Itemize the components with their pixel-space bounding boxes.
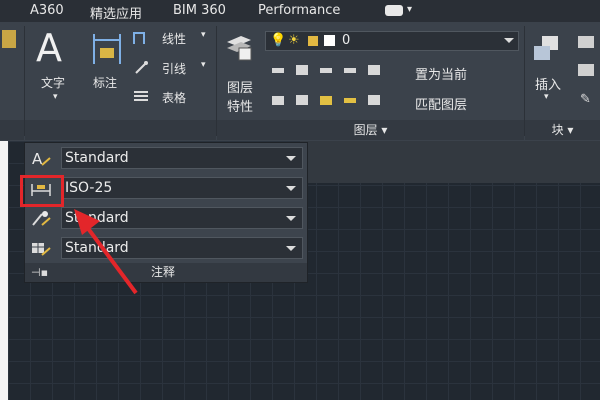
linear-dim-icon[interactable] xyxy=(133,32,145,44)
chevron-down-icon[interactable]: ▾ xyxy=(544,92,549,102)
chevron-down-icon xyxy=(504,38,514,43)
text-style-dropdown[interactable]: Standard xyxy=(61,147,303,169)
dim-style-row: ISO-25 xyxy=(25,177,307,199)
left-margin xyxy=(0,141,8,400)
insert-block-icon[interactable] xyxy=(532,34,562,64)
chevron-down-icon[interactable]: ▾ xyxy=(407,4,412,15)
ribbon-tab-bar: A360 精选应用 BIM 360 Performance ▾ xyxy=(0,0,600,22)
current-layer-name: 0 xyxy=(342,33,351,48)
text-tool-icon[interactable]: A xyxy=(36,26,62,70)
tab-featured-apps[interactable]: 精选应用 xyxy=(90,3,142,22)
annotation-panel-footer: ⊣▪ 注释 xyxy=(25,263,307,282)
multileader-style-icon[interactable] xyxy=(30,210,52,227)
block-panel-title[interactable]: 块 ▾ xyxy=(525,120,600,140)
layer-properties-icon[interactable] xyxy=(225,30,253,62)
text-style-icon[interactable]: A xyxy=(30,150,52,167)
create-block-icon[interactable] xyxy=(578,36,594,48)
layer-dropdown[interactable]: 💡 ☀ 0 xyxy=(265,31,519,51)
table-style-row: Standard xyxy=(25,237,307,259)
table-icon[interactable] xyxy=(134,91,148,103)
mleader-style-row: Standard xyxy=(25,207,307,229)
annotate-panel-title-bar xyxy=(25,120,216,140)
layer-properties-label[interactable]: 图层 xyxy=(227,77,253,96)
set-current-button[interactable]: 置为当前 xyxy=(415,64,467,83)
tab-performance[interactable]: Performance xyxy=(258,3,340,18)
dimension-tool-label[interactable]: 标注 xyxy=(93,74,117,91)
chevron-down-icon xyxy=(286,186,296,191)
insert-block-label[interactable]: 插入 xyxy=(535,74,561,93)
partial-tool-icon[interactable] xyxy=(2,30,16,48)
text-style-value: Standard xyxy=(65,150,129,166)
red-arrow-icon xyxy=(74,209,138,295)
layer-properties-label-2[interactable]: 特性 xyxy=(227,96,253,115)
ribbon: A 文字 ▾ 标注 线性 ▾ 引线 ▾ 表格 图层 特性 💡 ☀ 0 置为当前 … xyxy=(0,22,600,142)
annotation-panel-title: 注释 xyxy=(151,265,176,279)
drawing-tab-strip xyxy=(300,141,600,183)
layer-tools-row-1[interactable] xyxy=(270,62,410,78)
table-label[interactable]: 表格 xyxy=(162,89,186,106)
text-tool-label[interactable]: 文字 xyxy=(41,74,65,91)
dim-style-value: ISO-25 xyxy=(65,180,113,196)
color-swatch-icon xyxy=(324,35,335,46)
pin-icon[interactable]: ⊣▪ xyxy=(31,263,48,282)
chevron-down-icon[interactable]: ▾ xyxy=(53,92,58,102)
chevron-down-icon xyxy=(286,156,296,161)
tab-bim360[interactable]: BIM 360 xyxy=(173,3,226,18)
layer-tools-row-2[interactable] xyxy=(270,92,410,108)
panel-title-bar-left xyxy=(0,120,24,140)
chevron-down-icon[interactable]: ▾ xyxy=(201,30,206,40)
edit-block-icon[interactable] xyxy=(578,64,594,76)
table-style-icon[interactable] xyxy=(30,240,52,257)
highlight-box xyxy=(20,175,64,207)
svg-text:A: A xyxy=(32,150,43,167)
lock-icon xyxy=(308,36,318,46)
leader-icon[interactable] xyxy=(134,60,148,74)
sun-icon: ☀ xyxy=(288,33,300,48)
match-layer-button[interactable]: 匹配图层 xyxy=(415,94,467,113)
chevron-down-icon[interactable]: ▾ xyxy=(201,60,206,70)
chevron-down-icon xyxy=(286,216,296,221)
tab-a360[interactable]: A360 xyxy=(30,3,64,18)
dimension-tool-icon[interactable] xyxy=(92,32,122,66)
linear-dim-label[interactable]: 线性 xyxy=(162,30,186,47)
chevron-down-icon xyxy=(286,246,296,251)
annotation-flyout-panel: A Standard ISO-25 Standard Standard ⊣▪ 注… xyxy=(24,142,308,283)
text-style-row: A Standard xyxy=(25,147,307,169)
workspace-toggle-icon[interactable] xyxy=(385,5,403,16)
dim-style-dropdown[interactable]: ISO-25 xyxy=(61,177,303,199)
leader-label[interactable]: 引线 xyxy=(162,60,186,77)
edit-attributes-icon[interactable]: ✎ xyxy=(580,92,591,107)
layers-panel-title[interactable]: 图层 ▾ xyxy=(217,120,524,140)
lightbulb-icon: 💡 xyxy=(270,33,287,48)
